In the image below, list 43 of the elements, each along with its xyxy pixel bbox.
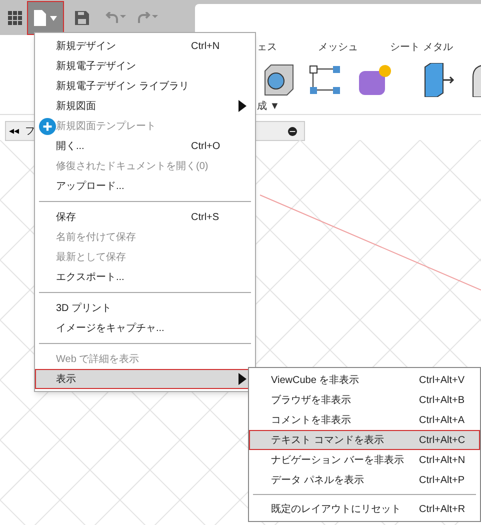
browser-label: フ	[25, 124, 35, 138]
shortcut-text: Ctrl+Alt+P	[419, 474, 465, 488]
submenu-arrow-icon	[238, 100, 247, 112]
shortcut-text: Ctrl+S	[191, 210, 220, 224]
shortcut-text: Ctrl+Alt+V	[419, 374, 465, 388]
apps-grid-icon[interactable]	[8, 10, 22, 24]
menu-item[interactable]: 既定のレイアウトにリセット Ctrl+Alt+R	[249, 499, 480, 519]
shortcut-text: Ctrl+Alt+A	[419, 414, 465, 428]
menu-item[interactable]: 3D プリント	[35, 298, 255, 318]
menu-item[interactable]: アップロード...	[35, 176, 255, 196]
submenu-arrow-icon	[238, 373, 247, 385]
shortcut-text: Ctrl+Alt+C	[419, 434, 466, 448]
collapse-text[interactable]: ◂◂	[9, 124, 19, 138]
dropdown-label[interactable]: 成 ▼	[257, 99, 481, 114]
menu-item[interactable]: 新規電子デザイン	[35, 56, 255, 76]
cube-star-icon[interactable]	[357, 63, 393, 97]
plus-badge-icon	[39, 118, 56, 134]
menu-item[interactable]: テキスト コマンドを表示 Ctrl+Alt+C	[249, 430, 480, 450]
menu-item[interactable]: 新規図面	[35, 96, 255, 116]
save-icon[interactable]	[75, 10, 89, 24]
ribbon-group-label: ェス	[257, 41, 278, 55]
shortcut-text: Ctrl+Alt+R	[419, 502, 466, 516]
menu-item[interactable]: 新規電子デザイン ライブラリ	[35, 76, 255, 96]
shortcut-text: Ctrl+Alt+B	[419, 394, 465, 408]
menu-item[interactable]: コメントを非表示 Ctrl+Alt+A	[249, 410, 480, 430]
document-icon	[34, 10, 46, 26]
menu-item[interactable]: データ パネルを表示 Ctrl+Alt+P	[249, 470, 480, 490]
minus-circle-icon[interactable]	[288, 126, 297, 136]
mesh-nodes-icon[interactable]	[309, 65, 343, 95]
shortcut-text: Ctrl+O	[191, 140, 222, 154]
menu-item[interactable]: ブラウザを非表示 Ctrl+Alt+B	[249, 390, 480, 410]
menu-item[interactable]: エクスポート...	[35, 267, 255, 287]
file-button[interactable]	[28, 2, 63, 34]
ribbon-group-label: メッシュ	[318, 41, 359, 55]
menu-item[interactable]: ナビゲーション バーを非表示 Ctrl+Alt+N	[249, 450, 480, 470]
shortcut-text: Ctrl+Alt+N	[419, 454, 466, 468]
menu-item[interactable]: イメージをキャプチャ...	[35, 318, 255, 338]
caret-icon	[50, 16, 57, 20]
menu-item[interactable]: 新規デザイン Ctrl+N	[35, 36, 255, 56]
shortcut-text: Ctrl+N	[191, 40, 221, 54]
menu-item[interactable]: 保存 Ctrl+S	[35, 207, 255, 227]
ribbon-group-label: シート メタル	[390, 41, 454, 55]
menu-item[interactable]: 開く... Ctrl+O	[35, 136, 255, 156]
